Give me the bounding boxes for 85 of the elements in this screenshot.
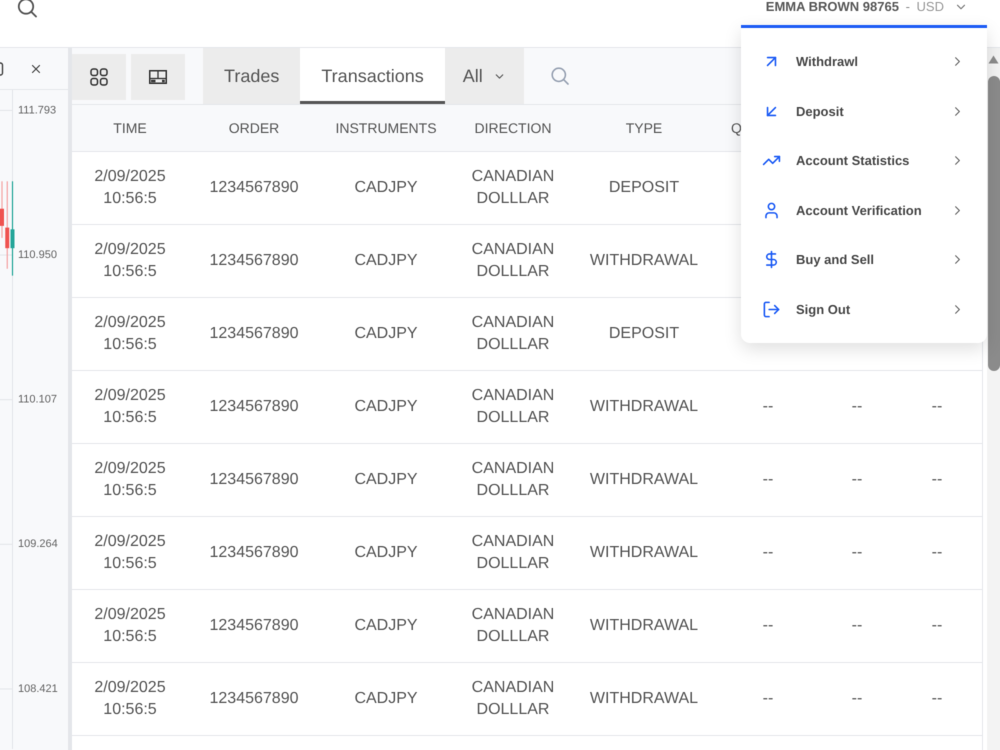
grid-view-button[interactable] <box>72 54 126 100</box>
menu-item[interactable]: Sign Out <box>741 284 987 334</box>
date-time: 2/09/2025 10:56:5 <box>93 167 167 209</box>
tab[interactable]: Transactions <box>300 48 445 104</box>
order-number: 1234567890 <box>210 251 298 271</box>
direction: CANADIAN DOLLLAR <box>470 240 556 282</box>
transaction-type: WITHDRAWAL <box>590 616 698 636</box>
instrument: CADJPY <box>354 470 418 490</box>
date-time: 2/09/2025 10:56:5 <box>93 532 167 574</box>
instrument: CADJPY <box>354 616 418 636</box>
instrument: CADJPY <box>354 397 418 417</box>
instrument: CADJPY <box>354 324 418 344</box>
price-label: 109.264 <box>18 538 58 550</box>
scroll-up-icon[interactable] <box>988 55 999 64</box>
empty-value: -- <box>762 397 774 417</box>
direction: CANADIAN DOLLLAR <box>470 313 556 355</box>
column-header: INSTRUMENTS <box>335 120 437 136</box>
sign-out-icon <box>762 300 781 319</box>
order-number: 1234567890 <box>210 543 298 563</box>
transaction-type: DEPOSIT <box>608 324 680 344</box>
empty-value: -- <box>932 470 942 490</box>
empty-value: -- <box>852 689 862 709</box>
filter-dropdown[interactable]: All <box>444 48 524 104</box>
column-header: DIRECTION <box>474 120 552 136</box>
search-icon[interactable] <box>17 0 37 18</box>
transaction-type: WITHDRAWAL <box>590 689 698 709</box>
direction: CANADIAN DOLLLAR <box>470 167 556 209</box>
tab[interactable]: Trades <box>203 48 300 104</box>
instrument: CADJPY <box>354 689 418 709</box>
empty-value: -- <box>932 397 942 417</box>
direction: CANADIAN DOLLLAR <box>470 386 556 428</box>
panel-layout-icon <box>149 70 167 84</box>
empty-value: -- <box>932 543 942 563</box>
empty-value: -- <box>852 543 862 563</box>
direction: CANADIAN DOLLLAR <box>470 532 556 574</box>
direction: CANADIAN DOLLLAR <box>470 605 556 647</box>
price-label: 111.793 <box>18 104 56 116</box>
column-header: TYPE <box>626 120 662 136</box>
direction: CANADIAN DOLLLAR <box>470 459 556 501</box>
menu-item[interactable]: Account Verification <box>741 186 987 235</box>
empty-value: -- <box>932 689 942 709</box>
price-label: 108.421 <box>18 682 58 695</box>
empty-value: -- <box>852 616 862 636</box>
price-label: 110.107 <box>18 394 57 406</box>
direction: CANADIAN DOLLLAR <box>470 678 556 720</box>
date-time: 2/09/2025 10:56:5 <box>93 386 167 428</box>
order-number: 1234567890 <box>210 616 298 636</box>
order-number: 1234567890 <box>210 470 298 490</box>
order-number: 1234567890 <box>210 324 298 344</box>
instrument: CADJPY <box>354 543 418 563</box>
transaction-type: WITHDRAWAL <box>590 470 698 490</box>
transaction-type: DEPOSIT <box>608 178 680 198</box>
column-header: Q <box>731 120 742 136</box>
empty-value: -- <box>762 689 774 709</box>
empty-value: -- <box>852 470 862 490</box>
empty-value: -- <box>932 616 942 636</box>
instrument: CADJPY <box>354 178 418 198</box>
transaction-type: WITHDRAWAL <box>590 397 698 417</box>
menu-item[interactable]: Deposit <box>741 86 987 136</box>
column-header: ORDER <box>228 120 280 136</box>
column-header: TIME <box>113 120 147 136</box>
date-time: 2/09/2025 10:56:5 <box>93 605 167 647</box>
account-menu-button[interactable]: EMMA BROWN 98765 - USD <box>766 0 968 14</box>
grid-icon <box>90 68 108 86</box>
transaction-type: WITHDRAWAL <box>590 543 698 563</box>
order-number: 1234567890 <box>210 178 298 198</box>
order-number: 1234567890 <box>210 689 298 709</box>
empty-value: -- <box>762 543 774 563</box>
layout-view-button[interactable] <box>131 54 185 100</box>
order-number: 1234567890 <box>210 397 298 417</box>
date-time: 2/09/2025 10:56:5 <box>93 459 167 501</box>
menu-item[interactable]: Account Statistics <box>741 136 987 186</box>
menu-item[interactable]: Withdrawl <box>741 37 987 86</box>
empty-value: -- <box>762 616 774 636</box>
empty-value: -- <box>762 470 774 490</box>
scrollbar-thumb[interactable] <box>988 76 1000 371</box>
price-label: 110.950 <box>18 248 57 261</box>
transaction-type: WITHDRAWAL <box>590 251 698 271</box>
date-time: 2/09/2025 10:56:5 <box>93 678 167 720</box>
instrument: CADJPY <box>354 251 418 271</box>
empty-value: -- <box>852 397 862 417</box>
date-time: 2/09/2025 10:56:5 <box>93 313 167 355</box>
date-time: 2/09/2025 10:56:5 <box>93 240 167 282</box>
menu-item[interactable]: Buy and Sell <box>741 235 987 284</box>
user-icon <box>762 200 781 220</box>
